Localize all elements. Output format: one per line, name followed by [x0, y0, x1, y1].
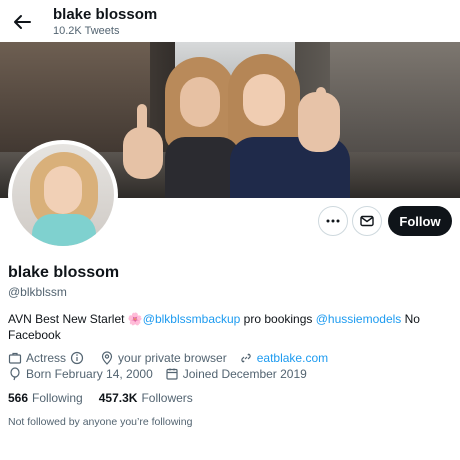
profile-meta-row-1: Actress your private browser eatblake.co… — [8, 351, 340, 365]
banner-hand-right — [298, 92, 340, 152]
location-pin-icon — [101, 351, 113, 365]
page-title: blake blossom — [53, 6, 158, 23]
bio-text: pro bookings — [240, 312, 316, 326]
banner-person-left-face — [180, 77, 220, 127]
location: your private browser — [100, 351, 227, 365]
mail-icon — [360, 215, 374, 227]
mention-link[interactable]: @blkblssmbackup — [143, 312, 241, 326]
avatar[interactable] — [8, 140, 118, 250]
info-icon[interactable] — [70, 351, 84, 365]
tweet-count: 10.2K Tweets — [53, 25, 120, 37]
message-button[interactable] — [352, 206, 382, 236]
banner-person-left-body — [165, 137, 240, 198]
top-bar: blake blossom 10.2K Tweets — [0, 0, 460, 42]
more-icon — [326, 219, 340, 223]
banner-person-right-face — [243, 74, 285, 126]
follow-counts: 566 Following 457.3K Followers — [8, 391, 209, 405]
followed-by-note: Not followed by anyone you’re following — [8, 416, 193, 428]
follow-button[interactable]: Follow — [388, 206, 452, 236]
briefcase-icon — [8, 352, 22, 364]
more-button[interactable] — [318, 206, 348, 236]
website[interactable]: eatblake.com — [239, 351, 328, 365]
bio-text: AVN Best New Starlet — [8, 312, 128, 326]
bio: AVN Best New Starlet 🌸@blkblssmbackup pr… — [8, 311, 448, 343]
occupation-text: Actress — [26, 351, 67, 365]
following-label: Following — [32, 391, 83, 405]
profile-meta-row-2: Born February 14, 2000 Joined December 2… — [8, 367, 319, 381]
link-icon — [241, 353, 251, 363]
avatar-top — [32, 214, 96, 246]
avatar-face — [44, 166, 82, 214]
following-count: 566 — [8, 391, 29, 405]
calendar-icon — [166, 368, 178, 380]
following-link[interactable]: 566 Following — [8, 391, 83, 405]
location-text: your private browser — [118, 351, 227, 365]
flower-emoji: 🌸 — [127, 312, 143, 326]
avatar-image — [12, 144, 114, 246]
banner-hand-left — [123, 127, 163, 179]
arrow-left-icon — [14, 15, 31, 29]
birthday-text: Born February 14, 2000 — [26, 367, 153, 381]
mention-link[interactable]: @hussiemodels — [316, 312, 402, 326]
birthday: Born February 14, 2000 — [8, 367, 153, 381]
website-link[interactable]: eatblake.com — [257, 351, 328, 365]
joined-text: Joined December 2019 — [182, 367, 307, 381]
followers-link[interactable]: 457.3K Followers — [99, 391, 193, 405]
followers-count: 457.3K — [98, 391, 138, 405]
back-button[interactable] — [10, 10, 34, 34]
followers-label: Followers — [141, 391, 193, 405]
joined: Joined December 2019 — [165, 367, 307, 381]
occupation: Actress — [8, 351, 88, 365]
display-name: blake blossom — [8, 264, 120, 281]
user-handle: @blkblssm — [8, 285, 67, 299]
balloon-icon — [10, 367, 20, 381]
